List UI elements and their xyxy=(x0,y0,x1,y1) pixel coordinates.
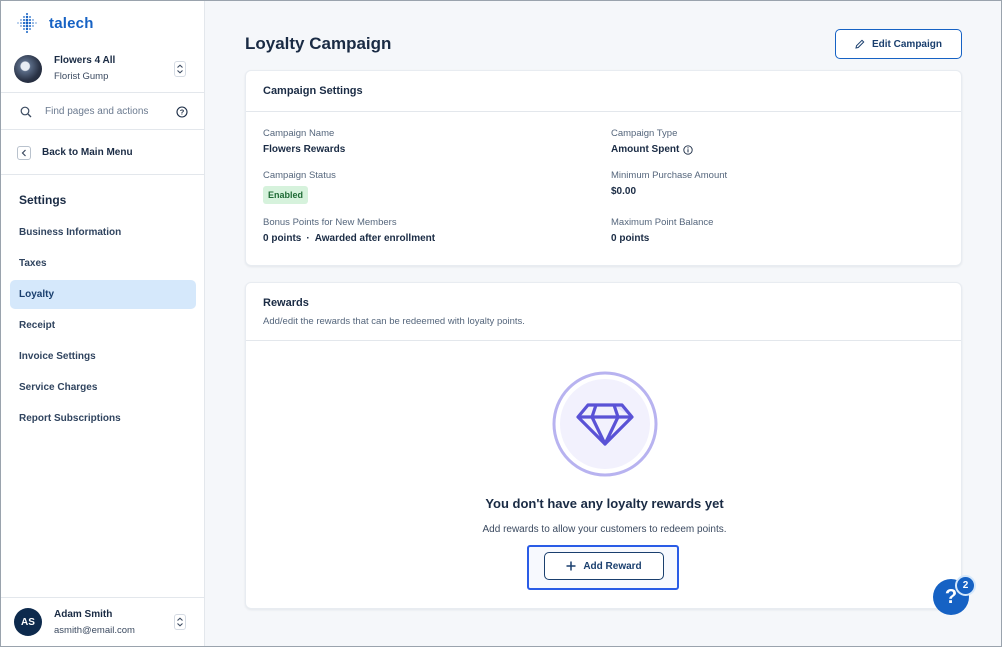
campaign-name-label: Campaign Name xyxy=(263,128,335,139)
info-icon[interactable] xyxy=(683,144,693,155)
logo-icon xyxy=(17,13,37,33)
chevron-updown-icon[interactable] xyxy=(174,614,186,630)
diamond-icon xyxy=(552,371,658,477)
chevron-left-icon xyxy=(17,145,31,160)
campaign-name-value: Flowers Rewards xyxy=(263,144,346,155)
min-purchase-value: $0.00 xyxy=(611,186,637,197)
search-icon xyxy=(20,106,32,117)
back-to-main-menu[interactable]: Back to Main Menu xyxy=(1,131,204,175)
user-email: asmith@email.com xyxy=(54,624,135,636)
sidebar-item-report-subscriptions[interactable]: Report Subscriptions xyxy=(10,404,196,433)
rewards-card: Rewards Add/edit the rewards that can be… xyxy=(245,282,962,609)
max-balance-label: Maximum Point Balance xyxy=(611,217,714,228)
avatar: AS xyxy=(14,608,42,636)
sidebar-item-business-information[interactable]: Business Information xyxy=(10,218,196,247)
edit-campaign-label: Edit Campaign xyxy=(871,38,942,50)
settings-nav: Business Information Taxes Loyalty Recei… xyxy=(10,218,196,435)
campaign-status-label: Campaign Status xyxy=(263,170,336,181)
rewards-title: Rewards xyxy=(263,297,309,309)
status-badge: Enabled xyxy=(263,186,309,204)
campaign-type-label: Campaign Type xyxy=(611,128,678,139)
campaign-settings-card: Campaign Settings Campaign Name Flowers … xyxy=(245,70,962,266)
notification-badge: 2 xyxy=(955,575,976,596)
help-button[interactable]: ? 2 xyxy=(933,575,979,616)
account-avatar xyxy=(14,54,42,83)
settings-heading: Settings xyxy=(19,193,67,207)
edit-campaign-button[interactable]: Edit Campaign xyxy=(835,29,962,59)
sidebar-item-receipt[interactable]: Receipt xyxy=(10,311,196,340)
chevron-updown-icon[interactable] xyxy=(174,60,186,77)
bonus-points-value: 0 points xyxy=(263,233,302,244)
plus-icon xyxy=(566,561,576,571)
add-reward-button[interactable]: Add Reward xyxy=(544,552,664,580)
logo[interactable]: talech xyxy=(15,11,94,35)
empty-state-title: You don't have any loyalty rewards yet xyxy=(485,496,724,511)
account-name: Flowers 4 All xyxy=(54,55,116,66)
account-switcher[interactable]: Flowers 4 All Florist Gump xyxy=(1,45,204,93)
user-menu[interactable]: AS Adam Smith asmith@email.com xyxy=(1,597,204,646)
campaign-status-field: Campaign Status Enabled xyxy=(263,170,336,204)
bonus-points-label: Bonus Points for New Members xyxy=(263,217,397,228)
search-bar: ? xyxy=(1,94,204,130)
user-name: Adam Smith xyxy=(54,608,113,620)
sidebar-item-invoice-settings[interactable]: Invoice Settings xyxy=(10,342,196,371)
svg-text:?: ? xyxy=(180,108,185,117)
back-label: Back to Main Menu xyxy=(42,147,133,158)
max-balance-value: 0 points xyxy=(611,233,650,244)
campaign-name-field: Campaign Name Flowers Rewards xyxy=(263,128,345,155)
bonus-points-note: Awarded after enrollment xyxy=(314,233,436,244)
sidebar: talech Flowers 4 All Florist Gump ? Back… xyxy=(1,1,205,646)
min-purchase-label: Minimum Purchase Amount xyxy=(611,170,728,181)
sidebar-item-service-charges[interactable]: Service Charges xyxy=(10,373,196,402)
empty-state-subtitle: Add rewards to allow your customers to r… xyxy=(482,524,727,535)
help-circle-icon[interactable]: ? xyxy=(176,106,188,118)
bonus-points-separator: · xyxy=(306,233,310,244)
min-purchase-field: Minimum Purchase Amount $0.00 xyxy=(611,170,727,197)
add-reward-label: Add Reward xyxy=(583,560,642,572)
sidebar-item-taxes[interactable]: Taxes xyxy=(10,249,196,278)
campaign-settings-title: Campaign Settings xyxy=(246,71,961,112)
bonus-points-field: Bonus Points for New Members 0 points · … xyxy=(263,217,435,244)
rewards-subtitle: Add/edit the rewards that can be redeeme… xyxy=(263,316,525,327)
search-input[interactable] xyxy=(45,106,165,117)
page-title: Loyalty Campaign xyxy=(245,34,392,53)
pencil-icon xyxy=(855,39,865,49)
campaign-type-field: Campaign Type Amount Spent xyxy=(611,128,693,155)
brand-name: talech xyxy=(49,14,94,32)
campaign-type-value: Amount Spent xyxy=(611,144,680,155)
max-balance-field: Maximum Point Balance 0 points xyxy=(611,217,713,244)
sidebar-item-loyalty[interactable]: Loyalty xyxy=(10,280,196,309)
account-subtitle: Florist Gump xyxy=(54,71,109,82)
